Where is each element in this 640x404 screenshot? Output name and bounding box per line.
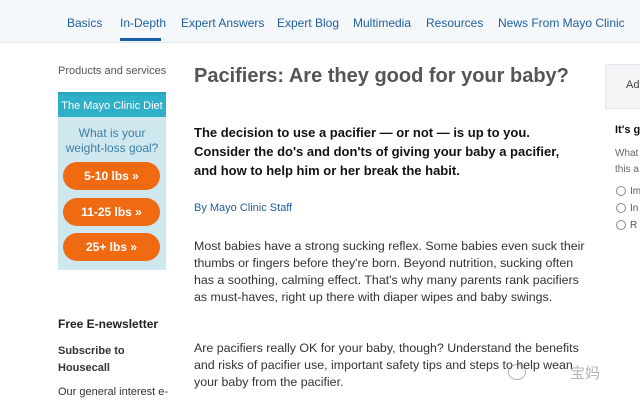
newsletter-description: Our general interest e- (58, 386, 169, 398)
nav-expert-answers[interactable]: Expert Answers (181, 16, 264, 30)
products-and-services-link[interactable]: Products and services (58, 65, 166, 77)
newsletter-heading: Free E-newsletter (58, 317, 159, 331)
diet-widget-title[interactable]: The Mayo Clinic Diet (58, 95, 166, 117)
poll-question: What this a (615, 148, 639, 175)
goal-25-plus-button[interactable]: 25+ lbs » (63, 233, 160, 261)
poll-option[interactable]: In (616, 203, 638, 214)
diet-widget-question: What is your weight-loss goal? (65, 126, 159, 155)
nav-basics[interactable]: Basics (67, 16, 102, 30)
goal-5-10-button[interactable]: 5-10 lbs » (63, 162, 160, 190)
top-nav: Basics In-Depth Expert Answers Expert Bl… (0, 0, 640, 43)
article-paragraph: Most babies have a strong sucking reflex… (194, 239, 585, 304)
active-tab-indicator (120, 38, 161, 41)
subscribe-housecall-link[interactable]: Subscribe to Housecall (58, 343, 148, 377)
radio-button[interactable] (616, 186, 626, 197)
watermark-logo-icon (508, 364, 526, 380)
watermark: 宝妈 (508, 362, 616, 382)
article-lead: The decision to use a pacifier — or not … (194, 125, 560, 178)
nav-in-depth[interactable]: In-Depth (120, 16, 166, 30)
poll-heading: It's g (615, 124, 640, 136)
poll-option[interactable]: Im (616, 186, 640, 197)
radio-button[interactable] (616, 203, 626, 214)
mayo-clinic-diet-widget: The Mayo Clinic Diet What is your weight… (58, 92, 166, 270)
article-byline[interactable]: By Mayo Clinic Staff (194, 202, 292, 214)
ad-box[interactable]: Ad (605, 64, 640, 109)
watermark-text: 宝妈 (570, 364, 601, 382)
goal-11-25-button[interactable]: 11-25 lbs » (63, 198, 160, 226)
poll-option[interactable]: R (616, 220, 637, 231)
nav-expert-blog[interactable]: Expert Blog (277, 16, 339, 30)
radio-button[interactable] (616, 220, 626, 231)
nav-multimedia[interactable]: Multimedia (353, 16, 411, 30)
nav-resources[interactable]: Resources (426, 16, 483, 30)
article-title: Pacifiers: Are they good for your baby? (194, 65, 569, 87)
ad-box-label: Ad (626, 79, 640, 91)
nav-news-from-mayo-clinic[interactable]: News From Mayo Clinic (498, 16, 625, 30)
